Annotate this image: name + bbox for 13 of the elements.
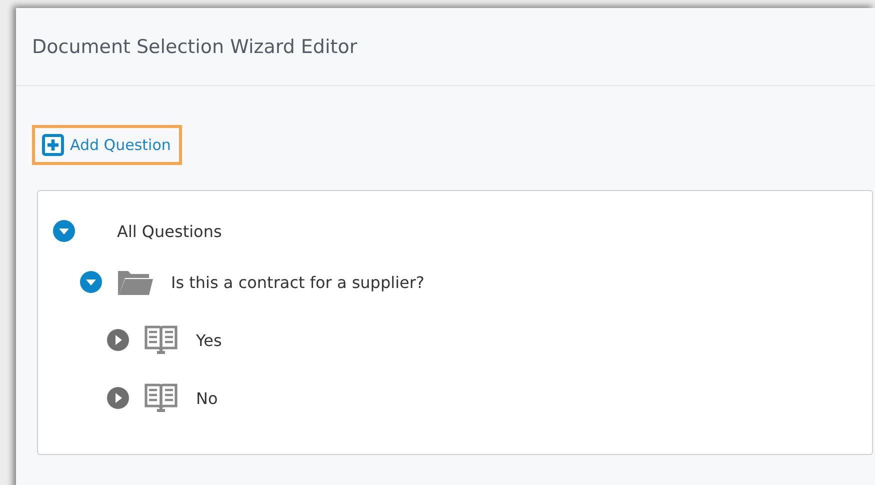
tree-item-label[interactable]: Yes (196, 330, 222, 350)
expand-icon[interactable] (107, 387, 129, 409)
tree-item-label[interactable]: All Questions (117, 222, 222, 240)
tree-item-label[interactable]: Is this a contract for a supplier? (171, 272, 424, 292)
window-title: Document Selection Wizard Editor (32, 36, 358, 58)
plus-icon (42, 134, 64, 156)
book-icon (143, 324, 179, 356)
collapse-icon[interactable] (80, 271, 102, 293)
book-icon (143, 382, 179, 414)
expand-icon[interactable] (107, 329, 129, 351)
tree-item-label[interactable]: No (196, 388, 218, 408)
collapse-icon[interactable] (53, 220, 75, 242)
add-question-button[interactable]: Add Question (32, 125, 182, 165)
